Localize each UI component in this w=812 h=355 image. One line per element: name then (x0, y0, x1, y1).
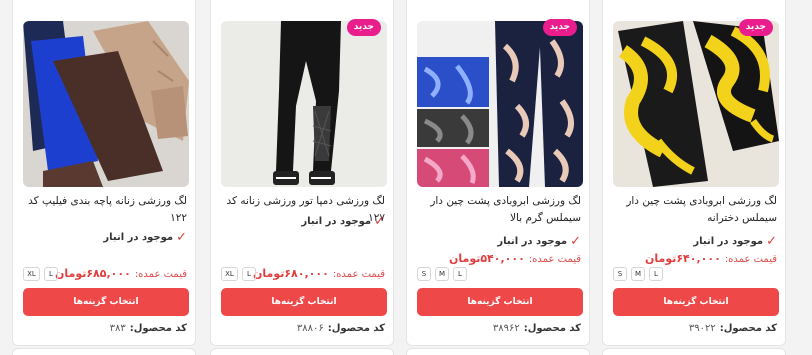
stock-status: ✓ موجود در انبار (301, 214, 385, 229)
stock-label: موجود در انبار (497, 236, 568, 247)
next-row-card (406, 348, 590, 355)
product-code-value: ۳۸۹۶۲ (492, 323, 520, 334)
price-label: قیمت عمده: (332, 269, 385, 280)
product-code-value: ۳۹۰۲۲ (688, 323, 716, 334)
price-label: قیمت عمده: (528, 254, 581, 265)
select-options-button[interactable]: انتخاب گزینه‌ها (23, 288, 189, 316)
next-row-card (602, 348, 786, 355)
size-options: XL L (221, 267, 256, 281)
price-label: قیمت عمده: (134, 269, 187, 280)
size-options: XL L (23, 267, 58, 281)
product-image[interactable] (221, 21, 387, 187)
product-image[interactable] (23, 21, 189, 187)
next-row-card (12, 348, 196, 355)
size-option-xl[interactable]: XL (23, 267, 40, 281)
size-option-xl[interactable]: XL (221, 267, 238, 281)
size-options: S M L (417, 267, 467, 281)
product-code-label: کد محصول: (719, 323, 777, 334)
check-icon: ✓ (766, 234, 777, 249)
price-row: قیمت عمده: ۵۴۰,۰۰۰تومان (449, 252, 581, 265)
price-label: قیمت عمده: (724, 254, 777, 265)
product-code: کد محصول: ۳۹۰۲۲ (689, 323, 777, 334)
price-row: قیمت عمده: ۶۸۰,۰۰۰تومان (253, 267, 385, 280)
stock-status: ✓ موجود در انبار (497, 234, 581, 249)
size-option-l[interactable]: L (649, 267, 663, 281)
size-option-s[interactable]: S (417, 267, 431, 281)
product-code: کد محصول: ۳۸۳ (110, 323, 187, 334)
product-code-value: ۳۸۳ (109, 323, 126, 334)
product-card[interactable]: جدید لگ ورزشی ابروبادی پشت چین دار سیملس… (406, 0, 590, 346)
product-code-label: کد محصول: (327, 323, 385, 334)
stock-label: موجود در انبار (301, 216, 372, 227)
product-image-tiedye-colors (417, 21, 583, 187)
select-options-button[interactable]: انتخاب گزینه‌ها (613, 288, 779, 316)
stock-label: موجود در انبار (693, 236, 764, 247)
price-value: ۶۸۰,۰۰۰تومان (252, 267, 329, 280)
size-option-m[interactable]: M (631, 267, 645, 281)
product-grid: جدید لگ ورزشی ابروبادی پشت چین دار سیملس… (0, 0, 812, 355)
new-badge: جدید (542, 19, 577, 36)
product-image-tiedye-yellow (613, 21, 779, 187)
price-value: ۵۴۰,۰۰۰تومان (448, 252, 525, 265)
size-options: S M L (613, 267, 663, 281)
size-option-l[interactable]: L (453, 267, 467, 281)
size-option-s[interactable]: S (613, 267, 627, 281)
size-option-m[interactable]: M (435, 267, 449, 281)
check-icon: ✓ (570, 234, 581, 249)
product-code: کد محصول: ۳۸۸۰۶ (297, 323, 385, 334)
next-row-card (210, 348, 394, 355)
product-image-flat-leggings (23, 21, 189, 187)
stock-status: ✓ موجود در انبار (693, 234, 777, 249)
price-value: ۶۸۵,۰۰۰تومان (54, 267, 131, 280)
product-code-value: ۳۸۸۰۶ (296, 323, 324, 334)
price-row: قیمت عمده: ۶۴۰,۰۰۰تومان (645, 252, 777, 265)
product-image-black-mesh-legging (221, 21, 387, 187)
product-card[interactable]: جدید لگ ورزشی دمپا تور ورزشی زنانه کد ۱۲… (210, 0, 394, 346)
product-title[interactable]: لگ ورزشی ابروبادی پشت چین دار سیملس گرم … (415, 193, 581, 227)
stock-status: ✓ موجود در انبار (103, 230, 187, 245)
product-code: کد محصول: ۳۸۹۶۲ (493, 323, 581, 334)
size-option-l[interactable]: L (44, 267, 58, 281)
product-image[interactable] (417, 21, 583, 187)
product-code-label: کد محصول: (129, 323, 187, 334)
check-icon: ✓ (374, 214, 385, 229)
price-value: ۶۴۰,۰۰۰تومان (644, 252, 721, 265)
product-card[interactable]: جدید لگ ورزشی ابروبادی پشت چین دار سیملس… (602, 0, 786, 346)
stock-label: موجود در انبار (103, 232, 174, 243)
product-card[interactable]: لگ ورزشی زنانه پاچه بندی فیلیپ کد ۱۲۲ ✓ … (12, 0, 196, 346)
product-title[interactable]: لگ ورزشی ابروبادی پشت چین دار سیملس دختر… (611, 193, 777, 227)
select-options-button[interactable]: انتخاب گزینه‌ها (417, 288, 583, 316)
size-option-l[interactable]: L (242, 267, 256, 281)
check-icon: ✓ (176, 230, 187, 245)
new-badge: جدید (738, 19, 773, 36)
product-code-label: کد محصول: (523, 323, 581, 334)
select-options-button[interactable]: انتخاب گزینه‌ها (221, 288, 387, 316)
price-row: قیمت عمده: ۶۸۵,۰۰۰تومان (55, 267, 187, 280)
product-title[interactable]: لگ ورزشی زنانه پاچه بندی فیلیپ کد ۱۲۲ (21, 193, 187, 227)
new-badge: جدید (346, 19, 381, 36)
product-image[interactable] (613, 21, 779, 187)
